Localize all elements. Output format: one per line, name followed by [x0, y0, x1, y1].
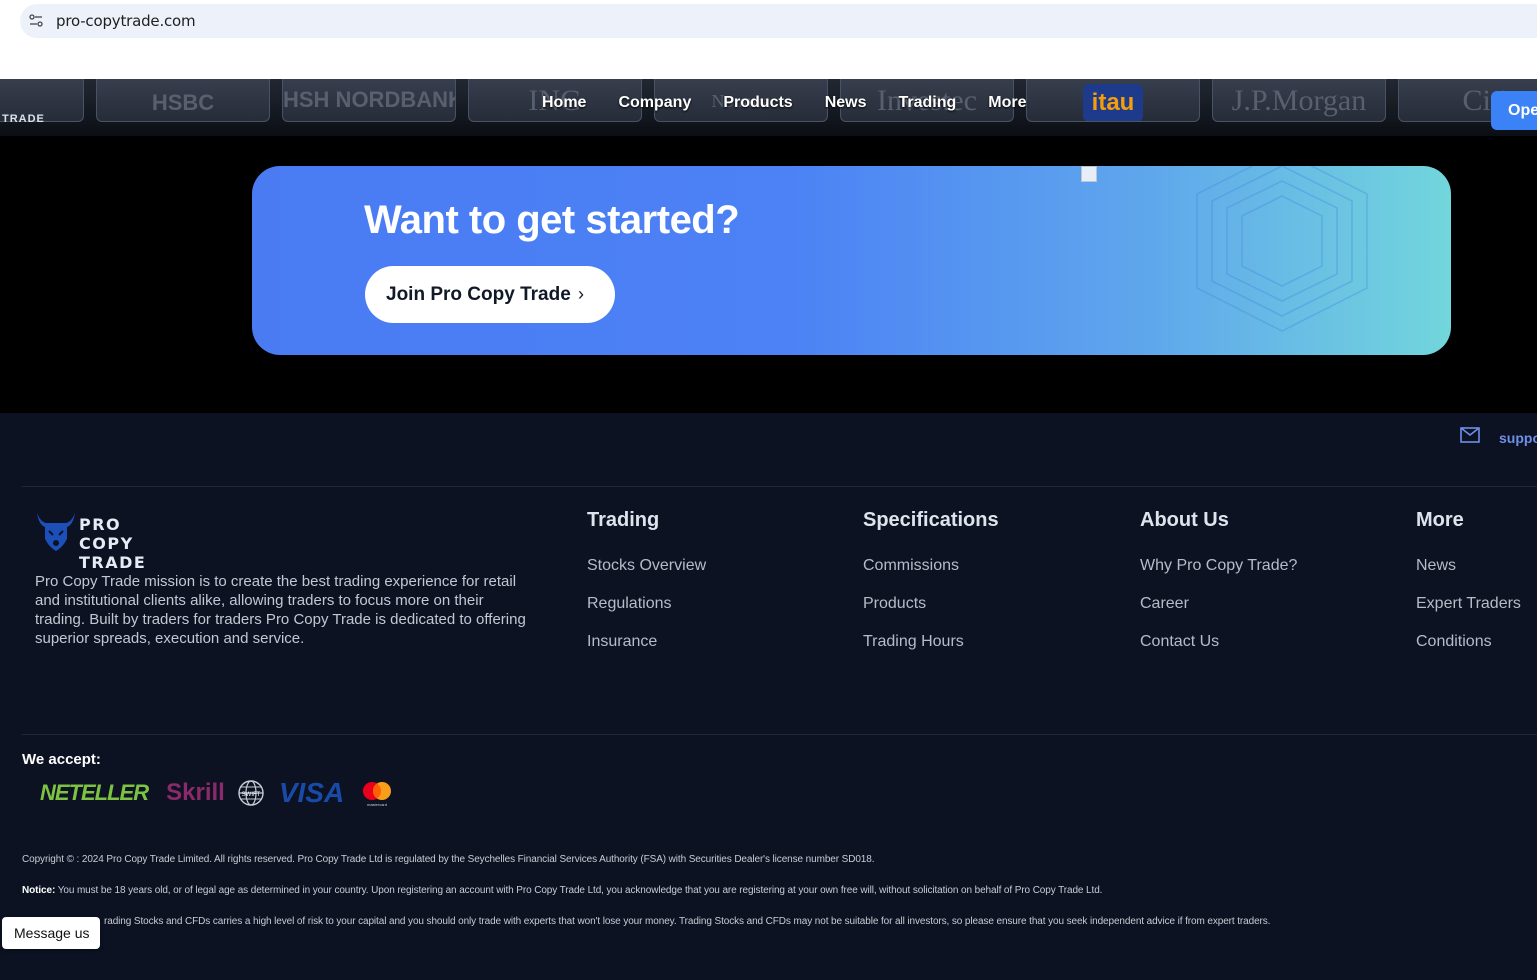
cta-section: Want to get started? Join Pro Copy Trade… — [0, 136, 1537, 413]
cta-title: Want to get started? — [364, 198, 740, 242]
risk-warning-text: rading Stocks and CFDs carries a high le… — [104, 916, 1271, 927]
footer-link-commissions[interactable]: Commissions — [863, 557, 999, 595]
main-nav: Home Company Products News Trading More — [542, 94, 1027, 112]
footer-column-specifications: Specifications Commissions Products Trad… — [863, 509, 999, 671]
column-title: Specifications — [863, 509, 999, 531]
site-settings-icon[interactable] — [28, 13, 44, 29]
footer-link-regulations[interactable]: Regulations — [587, 595, 706, 633]
copyright-text: Copyright © : 2024 Pro Copy Trade Limite… — [22, 854, 875, 865]
column-title: About Us — [1140, 509, 1229, 531]
chevron-right-icon: › — [578, 284, 584, 304]
footer-link-products[interactable]: Products — [863, 595, 999, 633]
cta-banner: Want to get started? Join Pro Copy Trade… — [252, 166, 1451, 355]
bank-logo-nordbank: HSH NORDBANK — [282, 79, 456, 122]
nav-products[interactable]: Products — [723, 94, 792, 112]
column-title: Trading — [587, 509, 660, 531]
browser-chrome: pro-copytrade.com — [0, 0, 1537, 79]
divider — [22, 486, 1537, 487]
footer-link-why[interactable]: Why Pro Copy Trade? — [1140, 557, 1297, 595]
nav-news[interactable]: News — [825, 94, 867, 112]
mail-icon — [1460, 427, 1480, 443]
bank-logo-jpmorgan: J.P.Morgan — [1212, 79, 1386, 122]
message-us-button[interactable]: Message us — [2, 917, 100, 949]
footer-column-trading: Trading Stocks Overview Regulations Insu… — [587, 509, 706, 671]
footer-link-trading-hours[interactable]: Trading Hours — [863, 633, 999, 671]
open-account-button[interactable]: Ope — [1491, 91, 1537, 130]
divider — [22, 734, 1537, 735]
join-button-label: Join Pro Copy Trade — [386, 284, 571, 305]
notice-text: Notice: You must be 18 years old, or of … — [22, 885, 1103, 896]
footer-link-insurance[interactable]: Insurance — [587, 633, 706, 671]
footer-link-contact[interactable]: Contact Us — [1140, 633, 1297, 671]
support-email-link[interactable]: suppo — [1499, 430, 1537, 446]
svg-text:SWIFT: SWIFT — [241, 792, 260, 798]
nav-company[interactable]: Company — [618, 94, 691, 112]
skrill-logo: Skrill — [166, 779, 225, 806]
bull-logo-icon — [37, 513, 75, 551]
svg-text:mastercard: mastercard — [367, 802, 387, 807]
nav-trading[interactable]: Trading — [899, 94, 957, 112]
address-bar[interactable]: pro-copytrade.com — [20, 4, 1537, 38]
mission-statement: Pro Copy Trade mission is to create the … — [35, 573, 526, 647]
bank-logo-itau: itau — [1026, 79, 1200, 122]
footer-link-news[interactable]: News — [1416, 557, 1521, 595]
footer-logo[interactable]: PRO COPY TRADE — [35, 511, 145, 572]
footer-link-expert-traders[interactable]: Expert Traders — [1416, 595, 1521, 633]
footer-link-conditions[interactable]: Conditions — [1416, 633, 1521, 671]
we-accept-label: We accept: — [22, 751, 101, 768]
footer-column-more: More News Expert Traders Conditions — [1416, 509, 1521, 671]
footer-logo-text: PRO COPY TRADE — [79, 515, 147, 572]
column-title: More — [1416, 509, 1464, 531]
footer-link-stocks-overview[interactable]: Stocks Overview — [587, 557, 706, 595]
mastercard-logo-icon: mastercard — [363, 782, 392, 807]
broken-image-icon — [1081, 166, 1097, 182]
visa-logo: VISA — [278, 777, 345, 808]
site-header: HSBC HSH NORDBANK ING Nomura Investec it… — [0, 79, 1537, 136]
footer-link-career[interactable]: Career — [1140, 595, 1297, 633]
neteller-logo: NETELLER — [40, 780, 149, 805]
payment-methods: NETELLER Skrill SWIFT VISA mastercard — [40, 777, 394, 809]
bank-logo-hsbc: HSBC — [96, 79, 270, 122]
url-text: pro-copytrade.com — [56, 12, 196, 30]
nav-more[interactable]: More — [988, 94, 1026, 112]
nav-home[interactable]: Home — [542, 94, 586, 112]
site-footer: suppo PRO COPY TRADE Pro Copy Trade miss… — [0, 413, 1537, 980]
hexagon-decoration-icon — [1196, 166, 1368, 332]
footer-column-about: About Us Why Pro Copy Trade? Career Cont… — [1140, 509, 1297, 671]
swift-globe-icon: SWIFT — [238, 780, 264, 806]
site-logo-partial[interactable]: TRADE — [2, 113, 45, 125]
join-button[interactable]: Join Pro Copy Trade › — [365, 266, 615, 323]
